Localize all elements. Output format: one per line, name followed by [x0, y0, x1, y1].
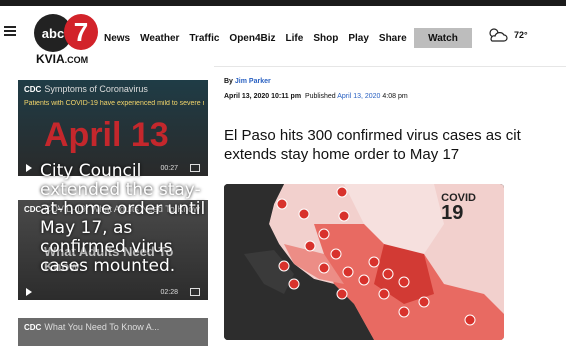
top-strip [0, 0, 566, 6]
nav-shop[interactable]: Shop [313, 33, 338, 44]
article-headline: El Paso hits 300 confirmed virus cases a… [224, 126, 566, 164]
published-label: Published [304, 93, 336, 100]
published-date-link[interactable]: April 13, 2020 [337, 93, 380, 100]
nav-life[interactable]: Life [286, 33, 304, 44]
cdc-logo: CDC [24, 323, 42, 332]
temperature: 72° [514, 30, 528, 40]
video-subtitle: Patients with COVID-19 have experienced … [24, 100, 204, 107]
weather-widget[interactable]: 72° [486, 26, 528, 44]
main-nav: News Weather Traffic Open4Biz Life Shop … [104, 33, 407, 44]
watch-button[interactable]: Watch [414, 28, 472, 48]
logo-wordmark: KVIA.COM [36, 52, 88, 66]
updated-time: April 13, 2020 10:11 pm [224, 93, 302, 100]
site-logo[interactable]: abc 7 KVIA.COM [34, 14, 98, 66]
nav-traffic[interactable]: Traffic [189, 33, 219, 44]
covid-map[interactable]: COVID 19 [224, 184, 504, 340]
cdc-logo: CDC [24, 205, 42, 214]
play-icon[interactable] [26, 288, 32, 296]
logo-name: KVIA [36, 52, 65, 66]
fullscreen-icon[interactable] [190, 288, 200, 296]
overlay-caption: City Council extended the stay-at-home o… [40, 161, 206, 276]
dateline: April 13, 2020 10:11 pm Published April … [224, 93, 408, 100]
seven-logo: 7 [64, 14, 98, 50]
nav-weather[interactable]: Weather [140, 33, 179, 44]
headline-line-1: El Paso hits 300 confirmed virus cases a… [224, 127, 521, 144]
cdc-logo: CDC [24, 85, 42, 94]
nav-share[interactable]: Share [379, 33, 407, 44]
nav-open4biz[interactable]: Open4Biz [229, 33, 275, 44]
video-title: CDC Symptoms of Coronavirus [24, 84, 148, 94]
partly-cloudy-icon [489, 28, 508, 42]
logo-suffix: .COM [64, 55, 89, 65]
overlay-date: April 13 [44, 116, 169, 154]
author-link[interactable]: Jim Parker [235, 78, 271, 85]
video-sidebar: CDC Symptoms of Coronavirus Patients with… [0, 66, 214, 346]
headline-line-2: extends stay home order to May 17 [224, 146, 460, 163]
video-title: CDC What You Need To Know A... [24, 322, 160, 332]
video-time: 02:28 [160, 289, 178, 296]
play-icon[interactable] [26, 164, 32, 172]
nav-play[interactable]: Play [348, 33, 369, 44]
covid-19-logo: COVID 19 [441, 192, 476, 224]
covid-logo-line2: 19 [441, 202, 464, 224]
site-header: abc 7 KVIA.COM News Weather Traffic Open… [0, 0, 566, 67]
menu-icon[interactable] [4, 26, 16, 36]
nav-news[interactable]: News [104, 33, 130, 44]
published-time: 4:08 pm [382, 93, 408, 100]
byline: By Jim Parker [224, 78, 271, 85]
video-card[interactable]: CDC What You Need To Know A... [18, 318, 208, 346]
